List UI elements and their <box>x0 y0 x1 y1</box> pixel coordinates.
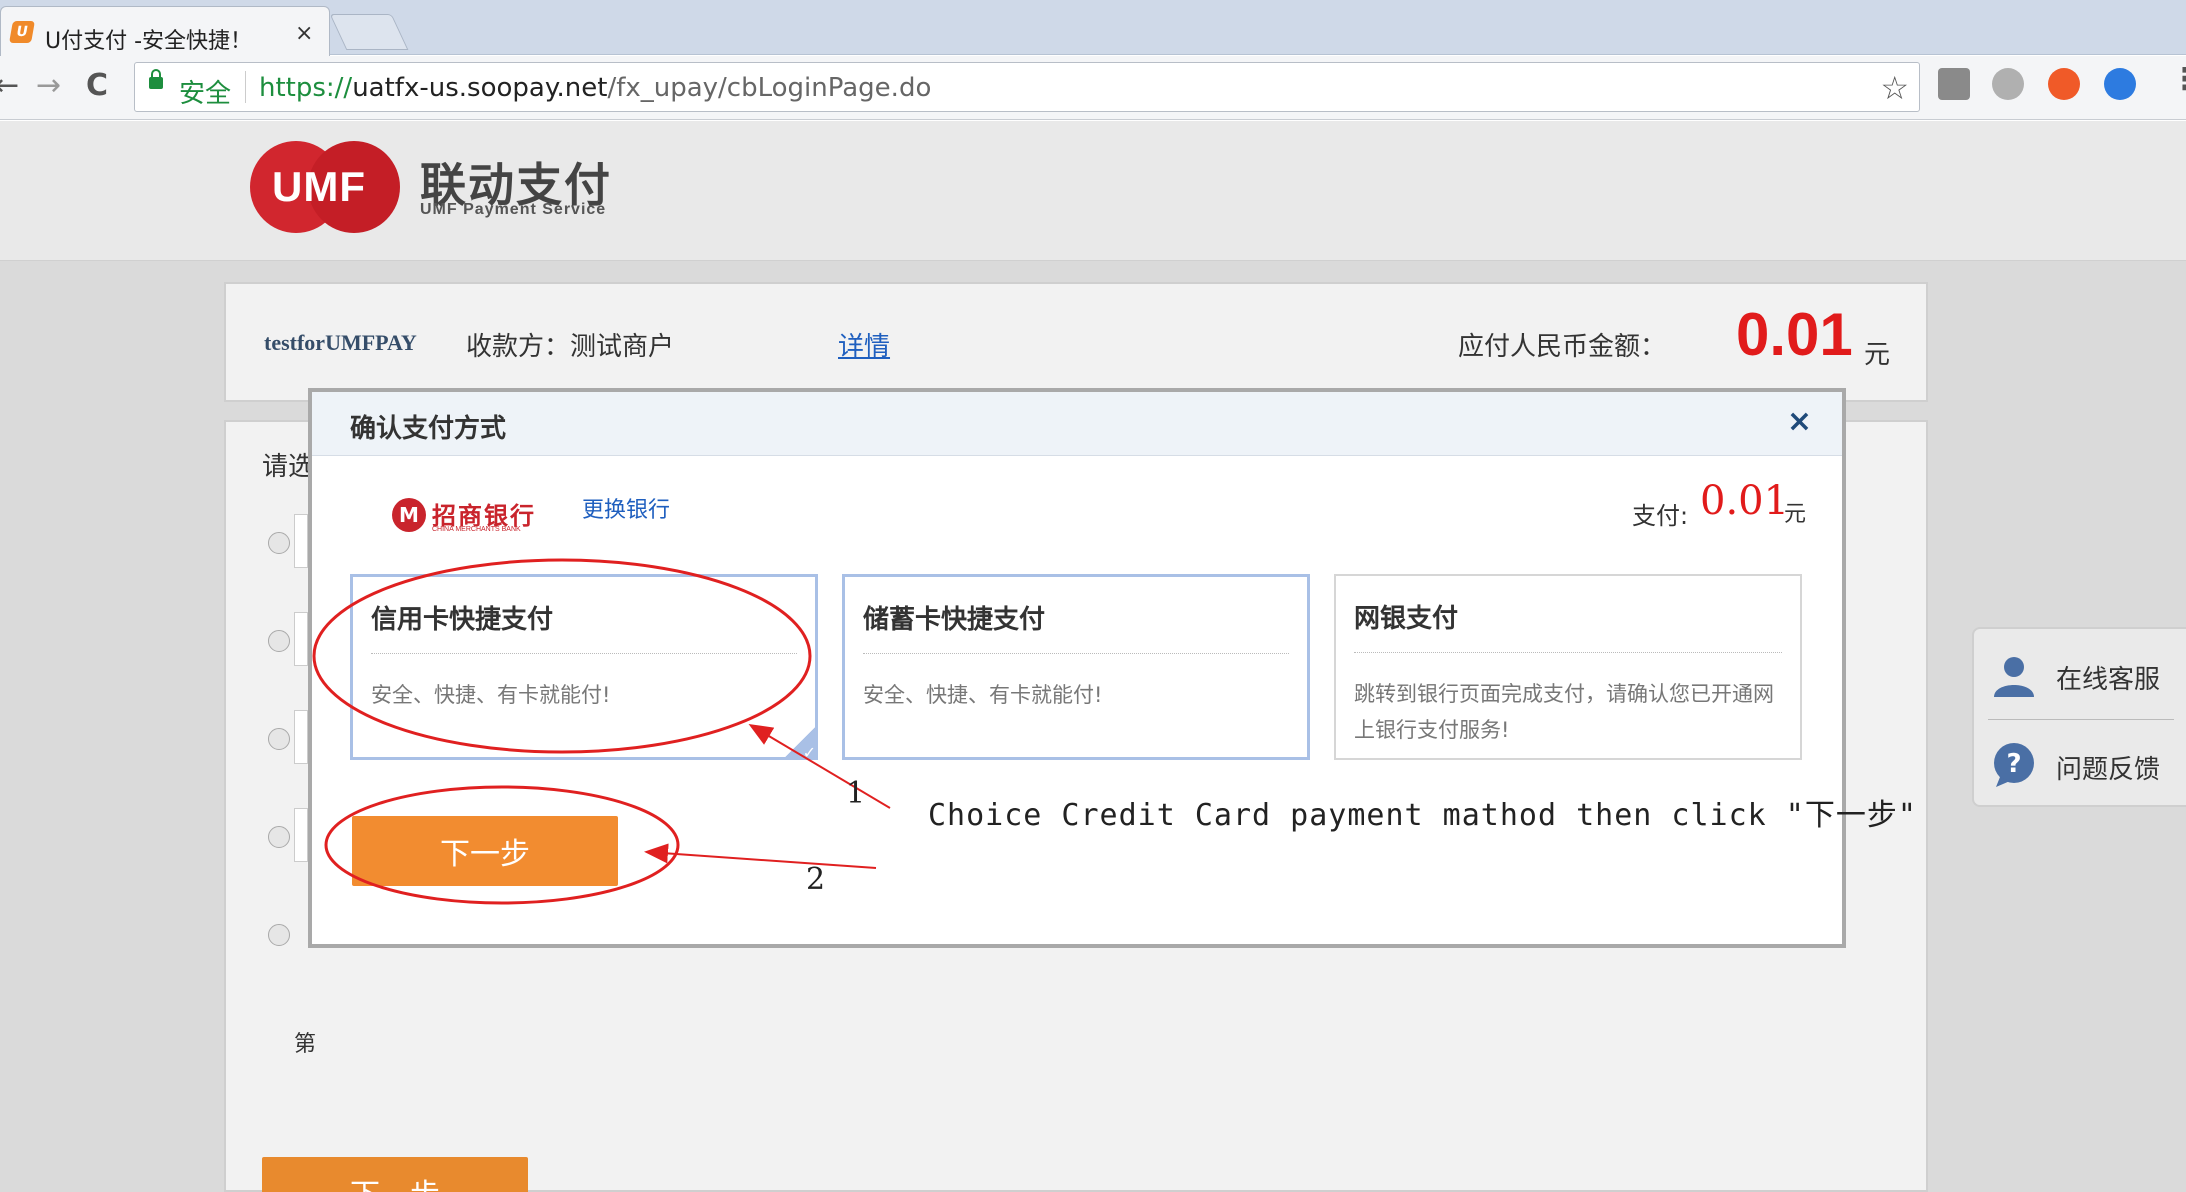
confirm-payment-dialog: 确认支付方式 × M 招商银行 CHINA MERCHANTS BANK 更换银… <box>308 388 1846 948</box>
option-title: 储蓄卡快捷支付 <box>863 605 1046 635</box>
pay-amount: 0.01 <box>1700 478 1790 524</box>
close-icon[interactable]: × <box>1787 404 1812 439</box>
option-title: 网银支付 <box>1354 604 1459 634</box>
forward-arrow-icon[interactable]: → <box>36 68 61 103</box>
dialog-title: 确认支付方式 <box>350 414 507 444</box>
method-row[interactable] <box>294 612 308 666</box>
url-scheme: https:// <box>259 73 353 103</box>
method-radio[interactable] <box>268 630 290 652</box>
method-row[interactable] <box>294 710 308 764</box>
annotation-step-1: 1 <box>846 776 866 811</box>
umf-favicon-icon: U <box>9 21 35 43</box>
extension-globe-icon[interactable] <box>1992 68 2024 100</box>
umf-logo[interactable]: UMF <box>250 141 400 233</box>
option-debit-card-quickpay[interactable]: 储蓄卡快捷支付 安全、快捷、有卡就能付! <box>842 574 1310 760</box>
pay-label: 支付: <box>1632 502 1689 530</box>
address-bar[interactable]: 安全 https://uatfx-us.soopay.net/fx_upay/c… <box>134 62 1920 112</box>
option-divider <box>1354 652 1782 653</box>
tab-title: U付支付 -安全快捷！ <box>45 29 253 54</box>
cmb-emblem-icon: M <box>392 498 426 532</box>
payee-label: 收款方：测试商户 <box>466 332 675 362</box>
merchant-id: testforUMFPAY <box>264 330 417 355</box>
option-credit-card-quickpay[interactable]: 信用卡快捷支付 安全、快捷、有卡就能付! ✓ <box>350 574 818 762</box>
reload-icon[interactable]: C <box>86 68 108 103</box>
screenshot-root: U U付支付 -安全快捷！ × ← → C 安全 https://uatfx-u… <box>0 0 2186 1192</box>
details-link[interactable]: 详情 <box>838 326 890 363</box>
svg-text:?: ? <box>2006 749 2021 779</box>
method-row[interactable] <box>294 514 308 568</box>
online-service-label: 在线客服 <box>2056 665 2161 695</box>
bookmark-star-icon[interactable]: ☆ <box>1880 69 1909 107</box>
method-radio[interactable] <box>268 826 290 848</box>
support-widget: 在线客服 ? 问题反馈 <box>1972 627 2186 807</box>
dialog-header: 确认支付方式 × <box>312 392 1842 456</box>
option-online-banking[interactable]: 网银支付 跳转到银行页面完成支付，请确认您已开通网上银行支付服务! <box>1334 574 1802 760</box>
amount-unit: 元 <box>1864 340 1891 370</box>
pay-unit: 元 <box>1784 502 1807 527</box>
annotation-step-2: 2 <box>806 862 826 897</box>
url-host: uatfx-us.soopay.net <box>352 73 608 103</box>
url-separator <box>245 71 246 103</box>
bank-name-en: CHINA MERCHANTS BANK <box>432 526 521 533</box>
option-title: 信用卡快捷支付 <box>371 605 554 635</box>
method-radio[interactable] <box>268 728 290 750</box>
logo-text: UMF <box>272 163 366 210</box>
back-arrow-icon[interactable]: ← <box>0 68 19 103</box>
browser-toolbar: ← → C 安全 https://uatfx-us.soopay.net/fx_… <box>0 56 2186 120</box>
feedback-item[interactable]: ? 问题反馈 <box>1990 737 2180 801</box>
method-row[interactable] <box>294 808 308 862</box>
url-path: /fx_upay/cbLoginPage.do <box>607 73 932 103</box>
question-bubble-icon: ? <box>1994 743 2034 787</box>
lock-icon <box>149 69 163 89</box>
dialog-next-step-button[interactable]: 下一步 <box>352 816 618 886</box>
widget-divider <box>1988 719 2174 720</box>
option-divider <box>863 653 1289 654</box>
annotation-instruction: Choice Credit Card payment mathod then c… <box>928 798 1917 833</box>
feedback-label: 问题反馈 <box>2056 755 2161 785</box>
extension-chat-icon[interactable] <box>2104 68 2136 100</box>
next-step-button[interactable]: 下一步 <box>262 1157 528 1192</box>
option-description: 跳转到银行页面完成支付，请确认您已开通网上银行支付服务! <box>1354 682 1774 742</box>
option-description: 安全、快捷、有卡就能付! <box>371 683 611 707</box>
option-description: 安全、快捷、有卡就能付! <box>863 683 1103 707</box>
bank-logo: M 招商银行 CHINA MERCHANTS BANK <box>392 494 542 536</box>
online-service-item[interactable]: 在线客服 <box>1990 647 2180 711</box>
new-tab-button[interactable] <box>329 14 409 50</box>
choose-method-label: 请选 <box>262 452 315 482</box>
method-radio[interactable] <box>268 532 290 554</box>
site-header: UMF 联动支付 UMF Payment Service <box>0 121 2186 261</box>
method-row-fragment: 第 <box>294 1032 317 1057</box>
amount-label: 应付人民币金额： <box>1458 332 1667 362</box>
extension-puzzle-icon[interactable] <box>1938 68 1970 100</box>
user-icon <box>1994 657 2034 697</box>
secure-label: 安全 <box>179 79 232 109</box>
amount-value: 0.01 <box>1736 301 1853 368</box>
change-bank-link[interactable]: 更换银行 <box>582 492 670 524</box>
order-summary: testforUMFPAY 收款方：测试商户 详情 应付人民币金额： 0.01 … <box>224 282 1928 402</box>
browser-menu-icon[interactable]: ⋮ <box>2170 62 2186 97</box>
selected-check-icon: ✓ <box>782 724 818 762</box>
extension-lifebuoy-icon[interactable] <box>2048 68 2080 100</box>
tab-close-icon[interactable]: × <box>295 21 313 46</box>
brand-subtitle: UMF Payment Service <box>420 201 607 218</box>
browser-tab[interactable]: U U付支付 -安全快捷！ × <box>0 6 330 56</box>
url-text[interactable]: https://uatfx-us.soopay.net/fx_upay/cbLo… <box>259 73 931 103</box>
browser-tab-strip: U U付支付 -安全快捷！ × <box>0 0 2186 56</box>
method-radio[interactable] <box>268 924 290 946</box>
option-divider <box>371 653 797 654</box>
